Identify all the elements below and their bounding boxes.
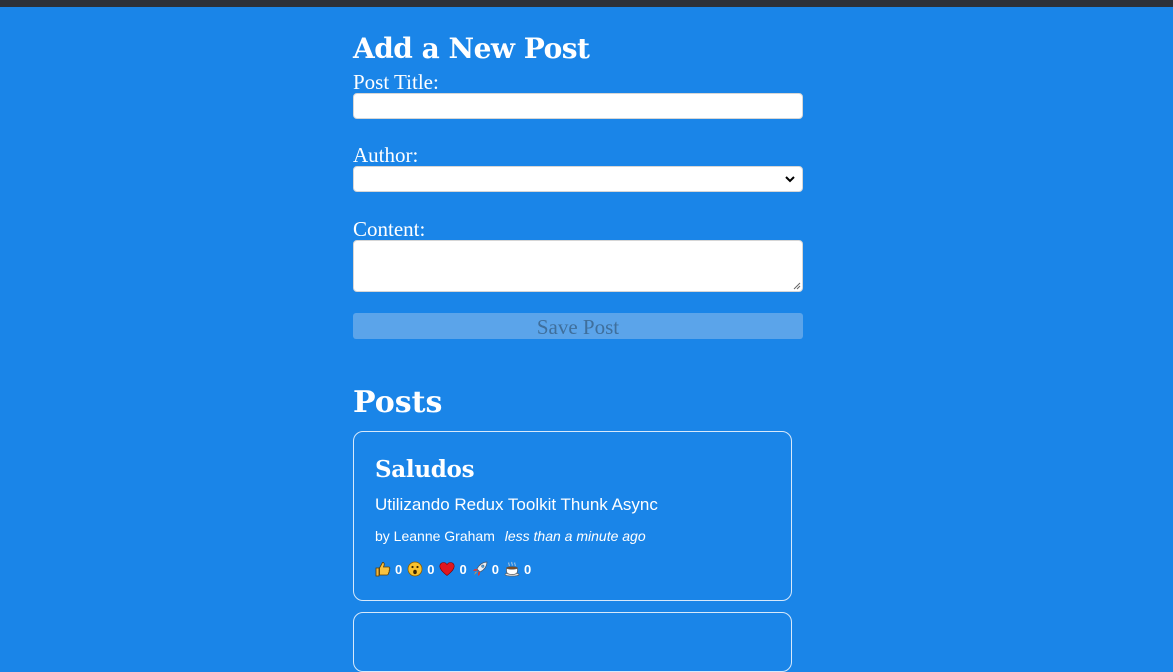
reaction-heart-button[interactable]: 0	[439, 559, 467, 579]
reaction-count: 0	[459, 561, 467, 577]
wow-icon	[407, 561, 423, 577]
post-meta: by Leanne Graham less than a minute ago	[375, 526, 646, 546]
save-post-button[interactable]: Save Post	[353, 313, 803, 339]
reaction-count: 0	[395, 561, 403, 577]
post-card	[353, 612, 792, 672]
content-label: Content:	[353, 217, 426, 241]
chevron-down-icon	[785, 176, 795, 183]
reaction-thumbs-up-button[interactable]: 0	[375, 559, 402, 579]
post-excerpt: Utilizando Redux Toolkit Thunk Async	[375, 495, 658, 514]
content-textarea[interactable]	[353, 240, 803, 292]
add-post-form: Add a New Post Post Title: Author: Conte…	[353, 28, 803, 339]
rocket-icon	[472, 561, 488, 576]
form-heading: Add a New Post	[353, 32, 590, 65]
resize-grip-icon[interactable]	[792, 281, 801, 290]
author-label: Author:	[353, 143, 419, 167]
post-author: by Leanne Graham	[375, 528, 495, 544]
coffee-icon	[504, 561, 520, 577]
post-title-input[interactable]	[353, 93, 803, 119]
reaction-count: 0	[427, 561, 435, 577]
browser-top-bar	[0, 0, 1173, 7]
reaction-count: 0	[523, 561, 532, 577]
reaction-wow-button[interactable]: 0	[407, 559, 434, 579]
reaction-count: 0	[491, 561, 499, 577]
posts-heading: Posts	[353, 385, 443, 420]
post-title-label: Post Title:	[353, 70, 439, 94]
post-title: Saludos	[375, 456, 475, 483]
heart-icon	[439, 562, 455, 576]
post-card: Saludos Utilizando Redux Toolkit Thunk A…	[353, 431, 792, 601]
author-select[interactable]	[353, 166, 803, 192]
reaction-rocket-button[interactable]: 0	[472, 559, 499, 579]
thumbs-up-icon	[375, 562, 391, 577]
reaction-coffee-button[interactable]: 0	[504, 559, 531, 579]
post-timestamp: less than a minute ago	[504, 528, 646, 544]
reaction-buttons: 0 0 0 0 0	[375, 559, 536, 579]
